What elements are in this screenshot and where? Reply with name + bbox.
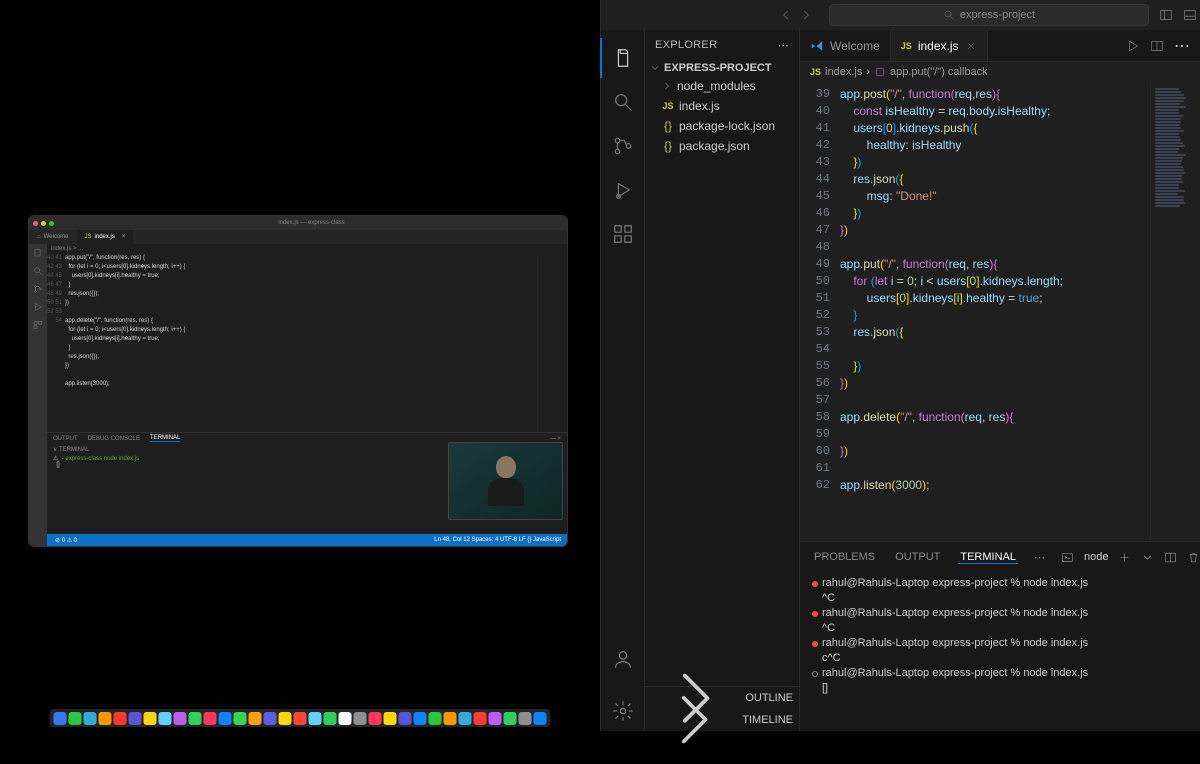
activity-settings[interactable]: [601, 691, 645, 731]
explorer-title: EXPLORER: [655, 39, 717, 51]
chevron-right-icon: [651, 676, 738, 763]
preview-terminal[interactable]: ∨ TERMINAL ⚠ - express-class node index.…: [47, 444, 567, 534]
search-placeholder: express-project: [960, 9, 1035, 21]
files-icon[interactable]: [33, 248, 43, 258]
file-tree: node_modules JS index.js {} package-lock…: [645, 76, 799, 156]
code-area[interactable]: app.post("/", function(req,res){ const i…: [840, 82, 1150, 541]
activity-debug[interactable]: [601, 170, 645, 210]
shell-name: node: [1084, 551, 1108, 563]
node-shell-icon: [1061, 551, 1074, 564]
panel-more-icon[interactable]: ⋯: [1034, 551, 1045, 564]
tree-file-pkg[interactable]: {} package.json: [649, 136, 799, 156]
activity-extensions[interactable]: [601, 214, 645, 254]
sidebar-more-icon[interactable]: ⋯: [778, 39, 789, 52]
search-icon[interactable]: [33, 266, 43, 276]
nav-forward-icon[interactable]: [799, 8, 813, 22]
chevron-down-icon: [649, 62, 661, 74]
preview-titlebar: index.js — express-class: [29, 216, 567, 230]
split-terminal-icon[interactable]: [1164, 551, 1177, 564]
tab-more-icon[interactable]: ⋯: [1174, 36, 1190, 56]
close-icon[interactable]: [965, 40, 977, 52]
preview-code: 40 41 42 43 44 45 46 47 48 49 50 51 52 5…: [47, 254, 567, 432]
new-terminal-icon[interactable]: [1118, 551, 1131, 564]
sidebar: EXPLORER ⋯ EXPRESS-PROJECT node_modules …: [645, 30, 800, 731]
split-editor-icon[interactable]: [1150, 39, 1164, 53]
js-file-icon: JS: [810, 67, 821, 77]
js-file-icon: JS: [901, 41, 912, 51]
js-file-icon: JS: [661, 101, 675, 111]
command-center[interactable]: express-project: [829, 4, 1149, 26]
preview-minimap: [537, 254, 567, 432]
preview-statusbar: ⊘ 0 ⚠ 0 Ln 48, Col 12 Spaces: 4 UTF-8 LF…: [47, 534, 567, 546]
preview-tabbar: ⌂Welcome JSindex.js×: [29, 230, 567, 244]
run-icon[interactable]: [1126, 39, 1140, 53]
terminal-dropdown-icon[interactable]: [1141, 551, 1154, 564]
traffic-lights: [33, 221, 54, 226]
breadcrumb[interactable]: JS index.js › app.put("/") callback: [800, 62, 1200, 82]
tab-indexjs[interactable]: JS index.js: [891, 30, 988, 61]
method-icon: [874, 66, 886, 78]
tree-file-index[interactable]: JS index.js: [649, 96, 799, 116]
vscode-window: express-project EXPLORER ⋯ EXPR: [600, 0, 1200, 731]
layout-bottom-icon[interactable]: [1183, 8, 1197, 22]
tree-file-pkglock[interactable]: {} package-lock.json: [649, 116, 799, 136]
activity-search[interactable]: [601, 82, 645, 122]
preview-title: index.js — express-class: [278, 220, 344, 226]
titlebar: express-project: [601, 0, 1200, 30]
chevron-right-icon: [661, 80, 673, 92]
nav-back-icon[interactable]: [779, 8, 793, 22]
preview-tab-welcome[interactable]: ⌂Welcome: [29, 230, 77, 244]
webcam-thumbnail: [448, 442, 563, 520]
terminal-body[interactable]: rahul@Rahuls-Laptop express-project % no…: [800, 572, 1200, 731]
preview-tab-output[interactable]: OUTPUT: [53, 436, 78, 442]
scm-icon[interactable]: [33, 284, 43, 294]
json-file-icon: {}: [661, 139, 675, 153]
activity-explorer[interactable]: [600, 38, 644, 78]
preview-tab-file[interactable]: JSindex.js×: [77, 230, 134, 244]
vscode-icon: [810, 39, 824, 53]
editor[interactable]: 39 40 41 42 43 44 45 46 47 48 49 50 51 5…: [800, 82, 1200, 541]
preview-breadcrumb: index.js > ...: [47, 244, 567, 254]
sidebar-header: EXPLORER ⋯: [645, 30, 799, 60]
activity-scm[interactable]: [601, 126, 645, 166]
minimap[interactable]: [1150, 82, 1200, 541]
macos-dock[interactable]: [50, 709, 551, 727]
extensions-icon[interactable]: [33, 320, 43, 330]
panel-tab-output[interactable]: OUTPUT: [893, 551, 942, 563]
debug-icon[interactable]: [33, 302, 43, 312]
preview-tab-debug[interactable]: DEBUG CONSOLE: [88, 436, 140, 442]
editor-group: Welcome JS index.js ⋯ JS index.js ›: [800, 30, 1200, 731]
tree-folder-node-modules[interactable]: node_modules: [649, 76, 799, 96]
search-icon: [943, 9, 955, 21]
panel-tab-terminal[interactable]: TERMINAL: [958, 551, 1018, 564]
preview-activitybar: [29, 244, 47, 546]
kill-terminal-icon[interactable]: [1187, 551, 1200, 564]
project-root[interactable]: EXPRESS-PROJECT: [645, 60, 799, 76]
tab-welcome[interactable]: Welcome: [800, 30, 891, 61]
preview-window: index.js — express-class ⌂Welcome JSinde…: [28, 215, 568, 547]
activitybar: [601, 30, 645, 731]
shared-screen-pane: index.js — express-class ⌂Welcome JSinde…: [0, 0, 600, 731]
line-gutter: 39 40 41 42 43 44 45 46 47 48 49 50 51 5…: [800, 82, 840, 541]
bottom-panel: PROBLEMS OUTPUT TERMINAL ⋯ node: [800, 541, 1200, 731]
editor-tabbar: Welcome JS index.js ⋯: [800, 30, 1200, 62]
timeline-section[interactable]: TIMELINE: [645, 709, 799, 731]
panel-tab-problems[interactable]: PROBLEMS: [812, 551, 877, 563]
layout-left-icon[interactable]: [1159, 8, 1173, 22]
panel-tabs: PROBLEMS OUTPUT TERMINAL ⋯ node: [800, 542, 1200, 572]
activity-account[interactable]: [601, 639, 645, 679]
json-file-icon: {}: [661, 119, 675, 133]
preview-tab-terminal[interactable]: TERMINAL: [150, 435, 180, 442]
